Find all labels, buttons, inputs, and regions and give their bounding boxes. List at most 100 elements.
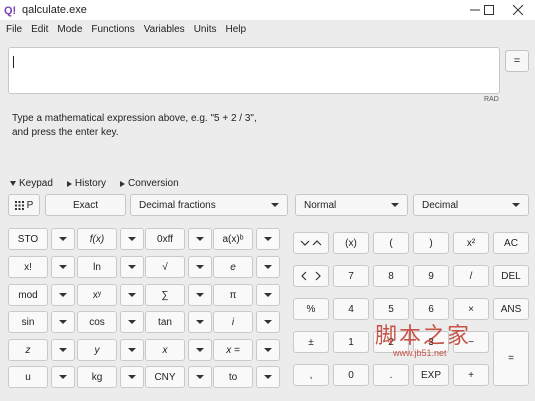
function-key[interactable]: z xyxy=(8,339,48,361)
menu-edit[interactable]: Edit xyxy=(31,24,48,35)
close-icon xyxy=(513,5,523,15)
keypad-key[interactable]: 5 xyxy=(373,298,409,320)
menu-variables[interactable]: Variables xyxy=(144,24,185,35)
calculate-button[interactable]: = xyxy=(505,50,529,72)
function-key[interactable]: ∑ xyxy=(145,284,185,306)
keypad-key[interactable]: x² xyxy=(453,232,489,254)
keypad-key[interactable]: 4 xyxy=(333,298,369,320)
function-key[interactable]: xʸ xyxy=(77,284,117,306)
close-button[interactable] xyxy=(503,0,533,20)
function-key[interactable]: 0xff xyxy=(145,228,185,250)
menu-mode[interactable]: Mode xyxy=(57,24,82,35)
function-key[interactable]: ln xyxy=(77,256,117,278)
display-mode-select[interactable]: Normal xyxy=(295,194,408,216)
function-key[interactable]: y xyxy=(77,339,117,361)
function-key[interactable]: kg xyxy=(77,366,117,388)
function-key-menu-button[interactable] xyxy=(188,228,212,250)
function-key[interactable]: x! xyxy=(8,256,48,278)
function-key[interactable]: to xyxy=(213,366,253,388)
keypad-key[interactable]: / xyxy=(453,265,489,287)
keypad-key[interactable]: + xyxy=(453,364,489,386)
function-key[interactable]: cos xyxy=(77,311,117,333)
menu-functions[interactable]: Functions xyxy=(91,24,134,35)
function-key-menu-button[interactable] xyxy=(256,284,280,306)
function-key[interactable]: e xyxy=(213,256,253,278)
function-key-menu-button[interactable] xyxy=(51,366,75,388)
function-key-menu-button[interactable] xyxy=(188,366,212,388)
function-key-menu-button[interactable] xyxy=(120,256,144,278)
function-key-menu-button[interactable] xyxy=(188,311,212,333)
number-base-select[interactable]: Decimal xyxy=(413,194,529,216)
keypad-key[interactable]: ) xyxy=(413,232,449,254)
function-key[interactable]: f(x) xyxy=(77,228,117,250)
keypad-key[interactable]: DEL xyxy=(493,265,529,287)
function-key-menu-button[interactable] xyxy=(188,339,212,361)
keypad-key[interactable]: × xyxy=(453,298,489,320)
function-key[interactable]: π xyxy=(213,284,253,306)
function-key[interactable]: √ xyxy=(145,256,185,278)
function-key[interactable]: tan xyxy=(145,311,185,333)
function-key[interactable]: CNY xyxy=(145,366,185,388)
percent-button[interactable]: % xyxy=(293,298,329,320)
keypad-key[interactable]: 0 xyxy=(333,364,369,386)
function-key[interactable]: x xyxy=(145,339,185,361)
expression-input[interactable] xyxy=(8,47,500,94)
function-key-menu-button[interactable] xyxy=(120,284,144,306)
function-key[interactable]: a(x)ᵇ xyxy=(213,228,253,250)
keypad-key[interactable]: 6 xyxy=(413,298,449,320)
function-key-menu-button[interactable] xyxy=(51,339,75,361)
menu-units[interactable]: Units xyxy=(194,24,217,35)
watermark-text: 脚本之家 xyxy=(375,324,472,349)
function-key-menu-button[interactable] xyxy=(51,311,75,333)
function-key[interactable]: mod xyxy=(8,284,48,306)
keypad-key[interactable]: ( xyxy=(373,232,409,254)
tab-history[interactable]: History xyxy=(66,178,106,189)
tab-keypad[interactable]: Keypad xyxy=(10,178,53,189)
function-key[interactable]: i xyxy=(213,311,253,333)
keypad-key[interactable]: 7 xyxy=(333,265,369,287)
keypad-key[interactable]: EXP xyxy=(413,364,449,386)
keypad-switch-button[interactable]: P xyxy=(8,194,40,216)
function-key-menu-button[interactable] xyxy=(256,256,280,278)
maximize-button[interactable] xyxy=(474,0,504,20)
function-key[interactable]: STO xyxy=(8,228,48,250)
keypad-key[interactable]: = xyxy=(493,331,529,386)
comma-button[interactable]: , xyxy=(293,364,329,386)
keypad-key[interactable]: (x) xyxy=(333,232,369,254)
tab-conversion[interactable]: Conversion xyxy=(120,178,179,189)
chevron-down-icon xyxy=(59,293,67,297)
exact-toggle-button[interactable]: Exact xyxy=(45,194,126,216)
history-nav-button[interactable] xyxy=(293,232,329,254)
function-key-menu-button[interactable] xyxy=(256,228,280,250)
keypad-key[interactable]: 9 xyxy=(413,265,449,287)
hint-line-2: and press the enter key. xyxy=(12,127,119,138)
function-key-menu-button[interactable] xyxy=(120,366,144,388)
keypad-key[interactable]: 1 xyxy=(333,331,369,353)
menu-help[interactable]: Help xyxy=(225,24,246,35)
function-key-menu-button[interactable] xyxy=(51,228,75,250)
plus-minus-button[interactable]: ± xyxy=(293,331,329,353)
function-key-menu-button[interactable] xyxy=(51,256,75,278)
maximize-icon xyxy=(484,5,494,15)
chevron-down-icon xyxy=(196,293,204,297)
cursor-nav-button[interactable] xyxy=(293,265,329,287)
fraction-mode-select[interactable]: Decimal fractions xyxy=(130,194,288,216)
function-key-menu-button[interactable] xyxy=(120,311,144,333)
function-key-menu-button[interactable] xyxy=(188,284,212,306)
function-key-menu-button[interactable] xyxy=(256,366,280,388)
function-key-menu-button[interactable] xyxy=(188,256,212,278)
menu-file[interactable]: File xyxy=(6,24,22,35)
function-key-menu-button[interactable] xyxy=(256,311,280,333)
function-key-menu-button[interactable] xyxy=(256,339,280,361)
function-key-menu-button[interactable] xyxy=(120,339,144,361)
function-key[interactable]: x = xyxy=(213,339,253,361)
keypad-key[interactable]: 8 xyxy=(373,265,409,287)
function-key[interactable]: u xyxy=(8,366,48,388)
keypad-key[interactable]: AC xyxy=(493,232,529,254)
keypad-key[interactable]: ANS xyxy=(493,298,529,320)
function-key[interactable]: sin xyxy=(8,311,48,333)
keypad-key[interactable]: . xyxy=(373,364,409,386)
function-key-menu-button[interactable] xyxy=(51,284,75,306)
chevron-down-icon xyxy=(391,203,399,207)
function-key-menu-button[interactable] xyxy=(120,228,144,250)
